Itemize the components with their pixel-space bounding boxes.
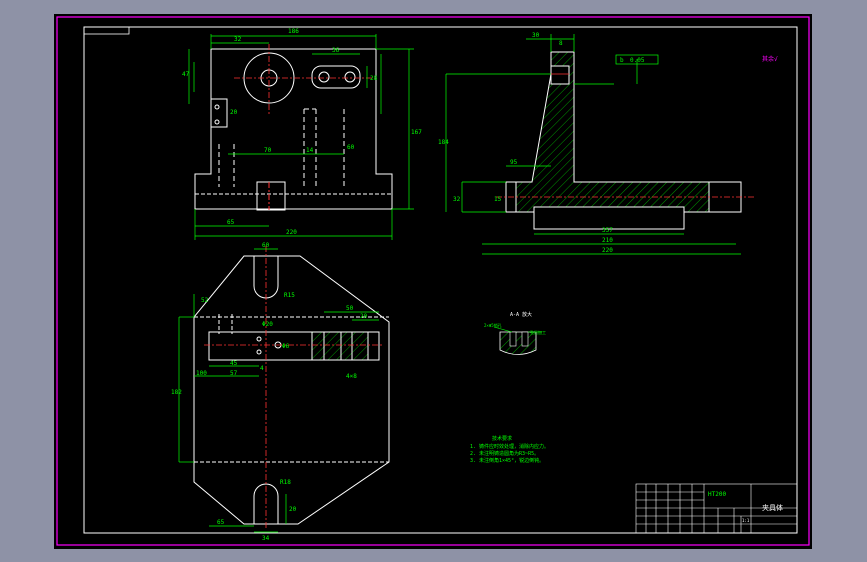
note-1: 1. 铸件应时效处理，消除内应力。 [470, 443, 549, 450]
side-dim-inner: 357 [602, 227, 613, 234]
side-view [505, 51, 742, 230]
top-dim-b3: 57 [230, 370, 238, 377]
dim-slot-width: 36 [332, 47, 340, 54]
top-dim-m: 4×8 [346, 373, 357, 380]
notes-title: 技术要求 [492, 435, 512, 442]
top-dim-right-b: 20 [360, 313, 368, 320]
top-dim-right-a: 50 [346, 305, 354, 312]
top-dim-bottom-r: 34 [262, 535, 270, 542]
dim-slot-len: 28 [370, 75, 378, 82]
dim-depth-small: 14 [306, 147, 314, 154]
front-view-dim-text: 186 32 47 36 28 20 14 70 60 167 65 220 [182, 28, 422, 236]
top-dim-side-r: 20 [289, 506, 297, 513]
dim-top-width: 186 [288, 28, 299, 35]
side-dim-height: 184 [438, 139, 449, 146]
side-dim-total: 220 [602, 247, 613, 254]
top-dim-b1: 45 [230, 360, 238, 367]
top-dim-r-slot: R15 [284, 292, 295, 299]
dim-left-h: 20 [230, 109, 238, 116]
side-dim-thick: 15 [494, 196, 502, 203]
side-dim-left-step: 95 [510, 159, 518, 166]
dim-total-height: 167 [411, 129, 422, 136]
dim-hole-offset: 32 [234, 36, 242, 43]
dim-base-width: 220 [286, 229, 297, 236]
dim-height-left: 47 [182, 71, 190, 78]
title-part-name: 夹具体 [762, 503, 783, 512]
detail-label-left: 2×Φ5销孔 [484, 322, 502, 328]
title-scale: 1:1 [742, 518, 750, 523]
top-dim-k: 4 [260, 365, 264, 372]
side-dim-mid: 210 [602, 237, 613, 244]
top-dim-b2: 100 [196, 370, 207, 377]
top-dim-left-h: 182 [171, 389, 182, 396]
roughness-note: 其余√ [762, 55, 778, 63]
corner-tag [83, 26, 130, 35]
top-dim-top: 60 [262, 242, 270, 249]
dim-mid-width: 70 [264, 147, 272, 154]
top-dim-r-bottom: R18 [280, 479, 291, 486]
dim-bottom-left: 65 [227, 219, 235, 226]
technical-notes: 技术要求 1. 铸件应时效处理，消除内应力。 2. 未注明铸造圆角为R3~R5。… [470, 435, 549, 464]
top-dim-dia: Φ20 [262, 321, 273, 328]
title-material: HT200 [708, 491, 726, 498]
drawing-sheet: 186 32 47 36 28 20 14 70 60 167 65 220 3… [54, 14, 812, 549]
side-dim-datum: b [620, 57, 624, 64]
detail-label-right: 孔后加工 [530, 329, 546, 335]
top-dim-left-w: 52 [201, 297, 209, 304]
detail-view: A-A 放大 2×Φ5销孔 孔后加工 [484, 311, 546, 355]
top-dim-hole: Φ6 [282, 343, 290, 350]
top-dim-bottom-l: 65 [217, 519, 225, 526]
detail-title: A-A 放大 [510, 311, 532, 318]
note-3: 3. 未注倒角1×45°，锐边倒钝。 [470, 457, 544, 464]
cad-drawing: 186 32 47 36 28 20 14 70 60 167 65 220 3… [56, 16, 810, 546]
side-dim-top-b: 8 [559, 40, 563, 47]
side-dim-top-a: 30 [532, 32, 540, 39]
side-dim-gdt: 0.05 [630, 57, 645, 64]
side-dim-base-h: 32 [453, 196, 461, 203]
outer-frame [56, 16, 810, 546]
inner-frame [83, 26, 798, 534]
front-view [194, 48, 393, 211]
note-2: 2. 未注明铸造圆角为R3~R5。 [470, 450, 539, 457]
dim-right-h: 60 [347, 144, 355, 151]
